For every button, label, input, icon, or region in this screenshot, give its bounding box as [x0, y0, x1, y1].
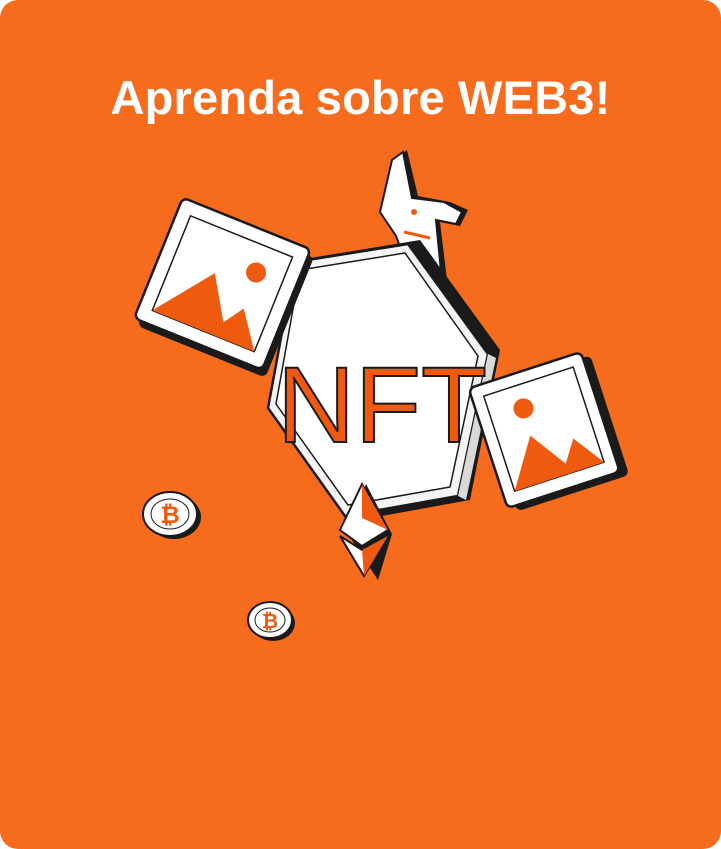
bitcoin-coin-icon: ₿: [142, 491, 201, 539]
svg-text:₿: ₿: [160, 502, 180, 529]
nft-label: NFT: [277, 344, 487, 465]
nft-illustration: NFT ₿ ₿: [134, 150, 628, 641]
web3-card[interactable]: Aprenda sobre WEB3! NFT ₿ ₿: [0, 0, 721, 849]
svg-text:₿: ₿: [262, 611, 278, 633]
bitcoin-coin-icon: ₿: [247, 601, 295, 641]
